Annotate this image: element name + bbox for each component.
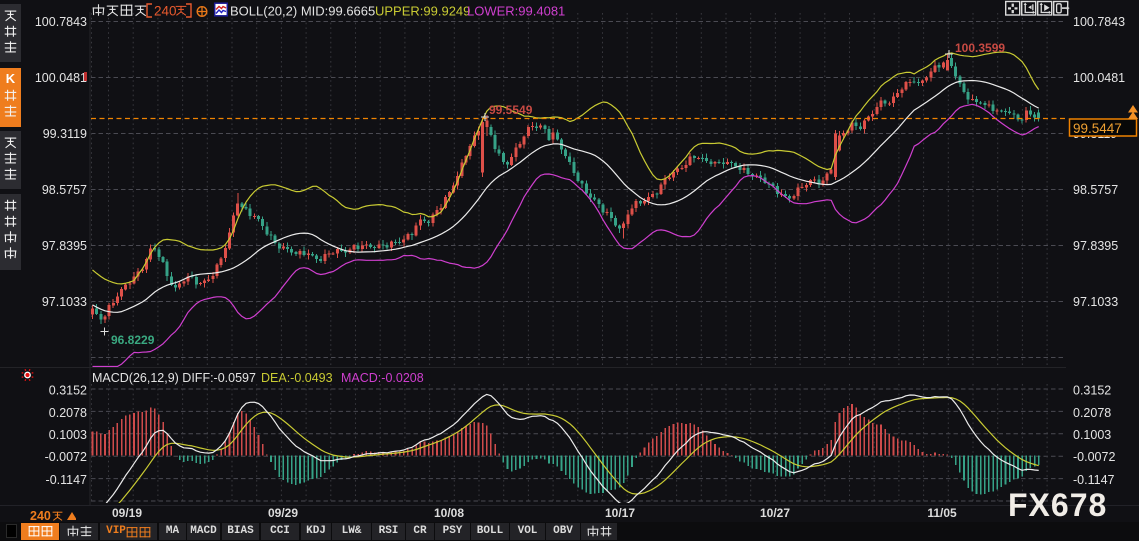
svg-text:0.3152: 0.3152	[1073, 384, 1111, 398]
svg-text:97.8395: 97.8395	[1073, 239, 1118, 253]
svg-text:99.5447: 99.5447	[1073, 121, 1122, 136]
svg-text:100.0481: 100.0481	[35, 71, 87, 85]
svg-text:96.8229: 96.8229	[111, 333, 155, 347]
svg-text:98.5757: 98.5757	[1073, 183, 1118, 197]
svg-text:97.1033: 97.1033	[42, 295, 87, 309]
svg-text:-0.1147: -0.1147	[1073, 473, 1115, 487]
svg-text:99.3119: 99.3119	[43, 127, 87, 141]
svg-text:99.5549: 99.5549	[489, 103, 533, 117]
svg-text:100.7843: 100.7843	[1073, 15, 1125, 29]
svg-text:100.0481: 100.0481	[1073, 71, 1125, 85]
svg-text:97.1033: 97.1033	[1073, 295, 1118, 309]
svg-text:0.1003: 0.1003	[49, 428, 87, 442]
svg-text:MACD(26,12,9) DIFF:-0.0597: MACD(26,12,9) DIFF:-0.0597	[92, 371, 256, 385]
svg-text:0.2078: 0.2078	[49, 406, 87, 420]
svg-text:DEA:-0.0493: DEA:-0.0493	[261, 371, 333, 385]
svg-text:-0.0072: -0.0072	[1073, 450, 1115, 464]
svg-text:BOLL(20,2) MID:99.6665: BOLL(20,2) MID:99.6665	[230, 4, 375, 19]
svg-text:-0.0072: -0.0072	[45, 450, 87, 464]
svg-text:LOWER:99.4081: LOWER:99.4081	[467, 4, 565, 19]
svg-text:240: 240	[30, 509, 51, 522]
svg-text:MACD:-0.0208: MACD:-0.0208	[341, 371, 424, 385]
svg-text:UPPER:99.9249: UPPER:99.9249	[375, 4, 470, 19]
svg-text:0.2078: 0.2078	[1073, 406, 1111, 420]
svg-text:0.1003: 0.1003	[1073, 428, 1111, 442]
svg-text:0.3152: 0.3152	[49, 384, 87, 398]
svg-text:100.7843: 100.7843	[35, 15, 87, 29]
svg-text:100.3599: 100.3599	[955, 41, 1005, 55]
svg-text:98.5757: 98.5757	[42, 183, 87, 197]
svg-text:240: 240	[154, 4, 177, 19]
svg-text:-0.1147: -0.1147	[46, 473, 88, 487]
svg-text:97.8395: 97.8395	[42, 239, 87, 253]
